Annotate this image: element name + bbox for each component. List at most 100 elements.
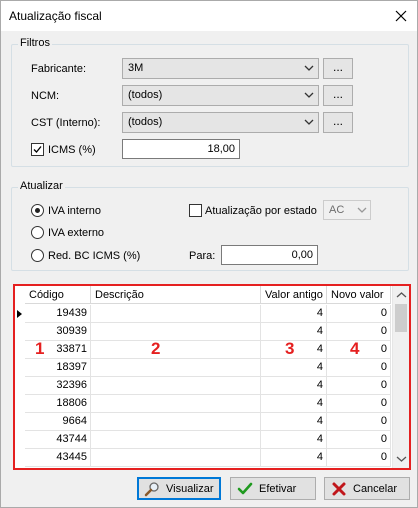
cell-codigo[interactable]: 32396: [25, 377, 91, 395]
grid-header: Código Descrição Valor antigo Novo valor: [15, 286, 391, 304]
estado-select[interactable]: AC: [323, 200, 371, 220]
table-row[interactable]: 32396 4 0: [15, 377, 391, 395]
iva-externo-label: IVA externo: [48, 227, 105, 239]
annotation-marker-2: 2: [151, 339, 161, 358]
para-input[interactable]: 0,00: [221, 245, 318, 265]
cell-codigo[interactable]: 9664: [25, 413, 91, 431]
fabricante-browse-button[interactable]: ...: [323, 58, 353, 79]
red-bc-icms-radio[interactable]: [31, 249, 44, 262]
column-header-novo-valor[interactable]: Novo valor: [327, 286, 391, 304]
cell-novo-valor[interactable]: 0: [327, 359, 391, 377]
window-title: Atualização fiscal: [9, 9, 102, 23]
column-header-valor-antigo[interactable]: Valor antigo: [261, 286, 327, 304]
cell-descricao[interactable]: [91, 341, 261, 359]
cell-valor-antigo[interactable]: 4: [261, 449, 327, 467]
close-icon: [395, 10, 407, 22]
chevron-down-icon[interactable]: [396, 454, 407, 464]
cell-novo-valor[interactable]: 0: [327, 449, 391, 467]
cancel-x-icon: [332, 482, 346, 496]
cell-codigo[interactable]: 43445: [25, 449, 91, 467]
table-row[interactable]: 30939 4 0: [15, 323, 391, 341]
icms-checkbox[interactable]: [31, 143, 44, 156]
cell-codigo[interactable]: 18397: [25, 359, 91, 377]
scrollbar-thumb[interactable]: [395, 304, 407, 332]
cell-valor-antigo[interactable]: 4: [261, 395, 327, 413]
visualizar-label: Visualizar: [166, 483, 214, 495]
grid-scrollbar[interactable]: [392, 286, 409, 468]
window: Atualização fiscal Filtros Fabricante: 3…: [0, 0, 418, 508]
cell-valor-antigo[interactable]: 4: [261, 413, 327, 431]
cell-descricao[interactable]: [91, 359, 261, 377]
atualizar-title: Atualizar: [18, 180, 65, 192]
ncm-value: (todos): [128, 89, 163, 101]
estado-value: AC: [329, 204, 345, 216]
column-header-codigo[interactable]: Código: [25, 286, 91, 304]
table-row[interactable]: 19439 4 0: [15, 305, 391, 323]
table-row[interactable]: 18806 4 0: [15, 395, 391, 413]
red-bc-icms-label: Red. BC ICMS (%): [48, 250, 141, 262]
por-estado-label: Atualização por estado: [205, 205, 317, 217]
title-bar: Atualização fiscal: [1, 1, 417, 31]
por-estado-checkbox[interactable]: [189, 204, 202, 217]
table-row[interactable]: 43445 4 0: [15, 449, 391, 467]
cell-novo-valor[interactable]: 0: [327, 413, 391, 431]
table-row[interactable]: 43744 4 0: [15, 431, 391, 449]
annotation-marker-3: 3: [285, 339, 295, 358]
checkmark-icon: [237, 482, 253, 495]
annotation-marker-1: 1: [35, 339, 45, 358]
fabricante-select[interactable]: 3M: [122, 58, 319, 79]
cell-descricao[interactable]: [91, 413, 261, 431]
chevron-down-icon: [304, 92, 314, 98]
cst-browse-button[interactable]: ...: [323, 112, 353, 133]
cst-select[interactable]: (todos): [122, 112, 319, 133]
cell-novo-valor[interactable]: 0: [327, 377, 391, 395]
table-row[interactable]: 9664 4 0: [15, 413, 391, 431]
cell-descricao[interactable]: [91, 449, 261, 467]
iva-interno-label: IVA interno: [48, 205, 101, 217]
close-button[interactable]: [391, 6, 411, 26]
table-row[interactable]: 18397 4 0: [15, 359, 391, 377]
chevron-up-icon[interactable]: [396, 290, 407, 300]
cst-label: CST (Interno):: [31, 117, 101, 129]
fabricante-value: 3M: [128, 62, 144, 74]
icms-input[interactable]: 18,00: [122, 139, 240, 159]
cell-descricao[interactable]: [91, 377, 261, 395]
visualizar-button[interactable]: Visualizar: [137, 477, 221, 500]
cell-valor-antigo[interactable]: 4: [261, 431, 327, 449]
cell-codigo[interactable]: 18806: [25, 395, 91, 413]
cell-codigo[interactable]: 19439: [25, 305, 91, 323]
filtros-title: Filtros: [18, 37, 52, 49]
icms-label: ICMS (%): [48, 144, 96, 156]
cell-novo-valor[interactable]: 0: [327, 395, 391, 413]
cst-value: (todos): [128, 116, 163, 128]
chevron-down-icon: [357, 207, 367, 213]
iva-interno-radio[interactable]: [31, 204, 44, 217]
table-row[interactable]: 33871 4 0: [15, 341, 391, 359]
annotation-marker-4: 4: [350, 339, 360, 358]
cell-valor-antigo[interactable]: 4: [261, 305, 327, 323]
cancelar-button[interactable]: Cancelar: [324, 477, 410, 500]
cell-codigo[interactable]: 43744: [25, 431, 91, 449]
chevron-down-icon: [304, 119, 314, 125]
chevron-down-icon: [304, 65, 314, 71]
ncm-select[interactable]: (todos): [122, 85, 319, 106]
results-grid[interactable]: Código Descrição Valor antigo Novo valor…: [13, 284, 411, 470]
cell-descricao[interactable]: [91, 395, 261, 413]
efetivar-label: Efetivar: [259, 483, 297, 495]
current-row-icon: [17, 310, 22, 318]
cell-descricao[interactable]: [91, 323, 261, 341]
efetivar-button[interactable]: Efetivar: [230, 477, 316, 500]
checkmark-icon: [33, 146, 42, 153]
ncm-label: NCM:: [31, 90, 60, 102]
iva-externo-radio[interactable]: [31, 226, 44, 239]
cell-descricao[interactable]: [91, 431, 261, 449]
cell-valor-antigo[interactable]: 4: [261, 359, 327, 377]
cell-descricao[interactable]: [91, 305, 261, 323]
cell-novo-valor[interactable]: 0: [327, 305, 391, 323]
cancelar-label: Cancelar: [353, 483, 398, 495]
column-header-descricao[interactable]: Descrição: [91, 286, 261, 304]
fabricante-label: Fabricante:: [31, 63, 87, 75]
cell-novo-valor[interactable]: 0: [327, 431, 391, 449]
cell-valor-antigo[interactable]: 4: [261, 377, 327, 395]
ncm-browse-button[interactable]: ...: [323, 85, 353, 106]
